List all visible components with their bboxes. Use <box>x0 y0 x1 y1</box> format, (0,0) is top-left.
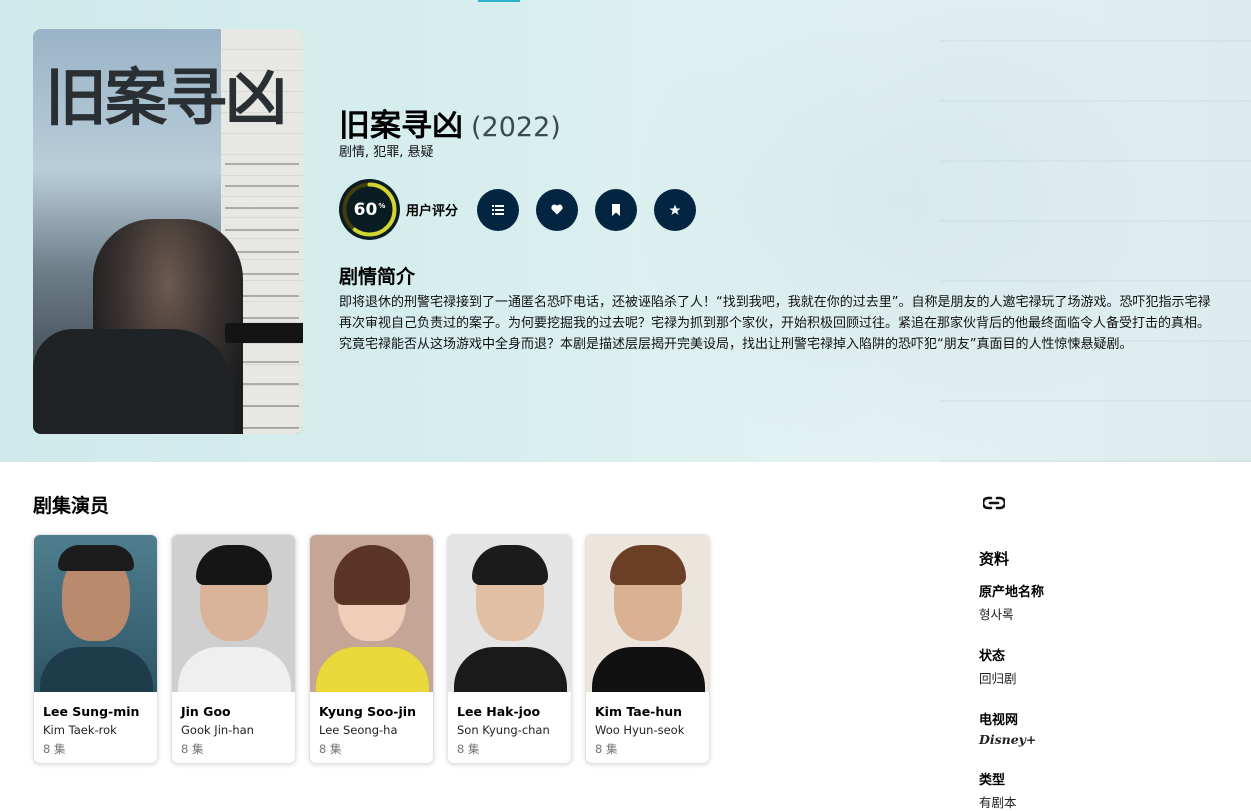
poster-title: 旧案寻凶 <box>45 61 287 134</box>
action-bar: 60% 用户评分 <box>339 179 713 240</box>
cast-card[interactable]: Kim Tae-hun Woo Hyun-seok 8 集 <box>585 534 710 764</box>
hero-banner: 旧案寻凶 旧案寻凶 (2022) 剧情, 犯罪, 悬疑 60% 用户评分 剧情简… <box>0 0 1251 462</box>
fact-key: 类型 <box>979 773 1006 788</box>
fact-network: 电视网 Disney+ <box>979 709 1229 747</box>
add-to-list-button[interactable] <box>477 188 520 231</box>
cast-photo[interactable] <box>310 535 433 692</box>
cast-card[interactable]: Lee Sung-min Kim Taek-rok 8 集 <box>33 534 158 764</box>
poster-gun <box>225 323 303 343</box>
cast-name[interactable]: Kyung Soo-jin <box>310 692 433 719</box>
rate-button[interactable] <box>654 188 697 231</box>
cast-photo[interactable] <box>586 535 709 692</box>
cast-episodes: 8 集 <box>181 742 204 756</box>
fact-key: 电视网 <box>979 713 1019 728</box>
list-icon <box>492 204 505 215</box>
overview-text: 即将退休的刑警宅禄接到了一通匿名恐吓电话，还被诬陷杀了人！“找到我吧，我就在你的… <box>339 295 1211 352</box>
overview-heading: 剧情简介 <box>339 266 416 288</box>
favorite-button[interactable] <box>536 188 579 231</box>
cast-card[interactable]: Jin Goo Gook Jin-han 8 集 <box>171 534 296 764</box>
cast-episodes: 8 集 <box>43 742 66 756</box>
fact-value: 형사록 <box>979 607 1014 622</box>
cast-name[interactable]: Jin Goo <box>172 692 295 719</box>
cast-role: Son Kyung-chan <box>457 723 550 737</box>
show-genres[interactable]: 剧情, 犯罪, 悬疑 <box>339 141 434 160</box>
show-year: (2022) <box>471 112 561 143</box>
fact-status: 状态 回归剧 <box>979 645 1229 687</box>
bookmark-icon <box>612 203 621 216</box>
fact-value: 回归剧 <box>979 671 1017 686</box>
poster-image[interactable]: 旧案寻凶 <box>33 29 303 434</box>
user-score-chart[interactable]: 60% <box>339 179 400 240</box>
facts-heading: 资料 <box>979 550 1010 568</box>
heart-icon <box>551 204 563 215</box>
score-label: 用户评分 <box>406 204 459 219</box>
cast-name[interactable]: Lee Hak-joo <box>448 692 571 719</box>
fact-type: 类型 有剧本 <box>979 769 1229 811</box>
fact-key: 状态 <box>979 649 1006 664</box>
cast-role: Woo Hyun-seok <box>595 723 685 737</box>
cast-episodes: 8 集 <box>595 742 618 756</box>
watchlist-button[interactable] <box>595 188 638 231</box>
cast-card[interactable]: Kyung Soo-jin Lee Seong-ha 8 集 <box>309 534 434 764</box>
facts-sidebar: 资料 原产地名称 형사록 状态 回归剧 电视网 Disney+ 类型 有剧本 <box>979 493 1229 811</box>
cast-name[interactable]: Kim Tae-hun <box>586 692 709 719</box>
backdrop-notes <box>940 0 1251 462</box>
cast-photo[interactable] <box>172 535 295 692</box>
show-title-row: 旧案寻凶 (2022) <box>339 100 561 145</box>
cast-heading: 剧集演员 <box>33 495 110 517</box>
link-icon[interactable] <box>981 493 1229 523</box>
fact-original-name: 原产地名称 형사록 <box>979 581 1229 623</box>
cast-episodes: 8 集 <box>457 742 480 756</box>
star-icon <box>669 204 681 215</box>
fact-key: 原产地名称 <box>979 585 1045 600</box>
link-icon-glyph <box>981 496 1007 510</box>
cast-name[interactable]: Lee Sung-min <box>34 692 157 719</box>
cast-card[interactable]: Lee Hak-joo Son Kyung-chan 8 集 <box>447 534 572 764</box>
cast-photo[interactable] <box>34 535 157 692</box>
poster-coat <box>33 329 233 434</box>
cast-role: Kim Taek-rok <box>43 723 117 737</box>
cast-list: Lee Sung-min Kim Taek-rok 8 集 Jin Goo Go… <box>33 534 723 764</box>
cast-role: Lee Seong-ha <box>319 723 398 737</box>
cast-photo[interactable] <box>448 535 571 692</box>
show-title[interactable]: 旧案寻凶 <box>339 100 463 145</box>
cast-role: Gook Jin-han <box>181 723 254 737</box>
network-logo[interactable]: Disney+ <box>979 732 1229 747</box>
nav-active-indicator <box>478 0 520 2</box>
cast-episodes: 8 集 <box>319 742 342 756</box>
score-value: 60% <box>353 199 386 220</box>
